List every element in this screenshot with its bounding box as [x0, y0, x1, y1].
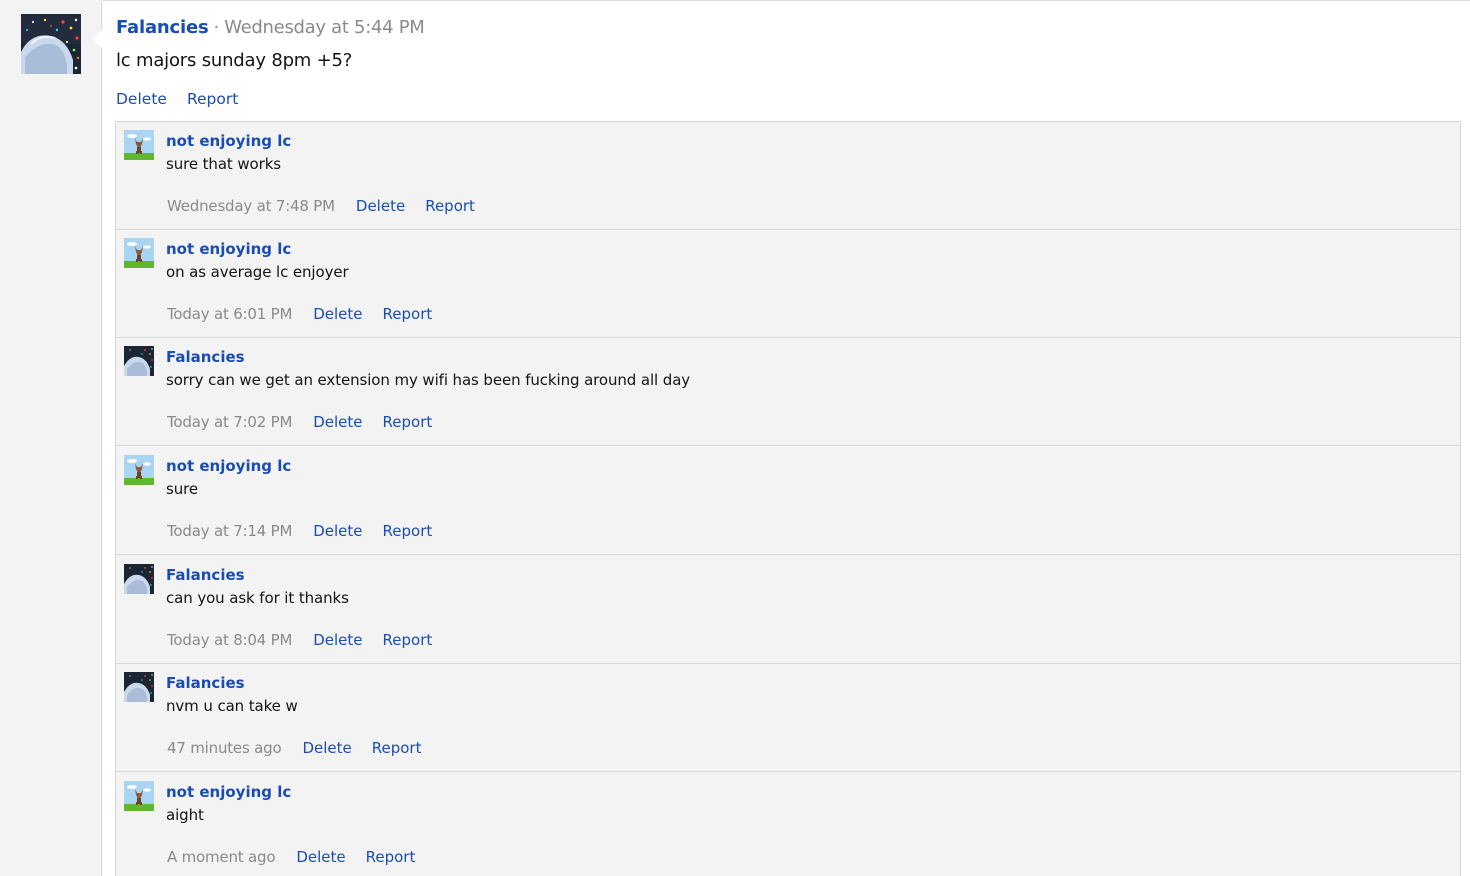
comment-item: not enjoying lc sure that works Wednesda…	[116, 122, 1460, 230]
comment-item: not enjoying lc sure Today at 7:14 PM De…	[116, 447, 1460, 555]
comment-item: Falancies can you ask for it thanks Toda…	[116, 556, 1460, 664]
comment-report-link[interactable]: Report	[425, 197, 475, 215]
post-separator: ·	[213, 17, 220, 38]
comment-message: nvm u can take w	[166, 697, 298, 715]
comment-author-link[interactable]: not enjoying lc	[166, 783, 291, 801]
comment-avatar[interactable]	[124, 781, 154, 811]
comment-timestamp[interactable]: A moment ago	[167, 848, 276, 866]
comment-delete-link[interactable]: Delete	[313, 631, 362, 649]
comment-avatar[interactable]	[124, 346, 154, 376]
dog-avatar-icon	[124, 238, 154, 268]
comment-message: on as average lc enjoyer	[166, 263, 349, 281]
comment-avatar[interactable]	[124, 672, 154, 702]
comment-message: sure that works	[166, 155, 281, 173]
comment-avatar[interactable]	[124, 455, 154, 485]
comment-avatar[interactable]	[124, 564, 154, 594]
post-report-link[interactable]: Report	[187, 90, 238, 108]
comment-meta: Wednesday at 7:48 PM Delete Report	[167, 197, 495, 215]
comment-meta: Today at 8:04 PM Delete Report	[167, 631, 452, 649]
comment-item: Falancies sorry can we get an extension …	[116, 338, 1460, 446]
post-timestamp[interactable]: Wednesday at 5:44 PM	[224, 17, 425, 38]
comment-delete-link[interactable]: Delete	[313, 413, 362, 431]
comment-author-link[interactable]: Falancies	[166, 348, 245, 366]
night-city-avatar-icon	[124, 346, 154, 376]
comment-meta: Today at 6:01 PM Delete Report	[167, 305, 452, 323]
comment-report-link[interactable]: Report	[383, 305, 433, 323]
comment-author-link[interactable]: not enjoying lc	[166, 457, 291, 475]
comment-avatar[interactable]	[124, 238, 154, 268]
comment-author-link[interactable]: Falancies	[166, 566, 245, 584]
comment-timestamp[interactable]: 47 minutes ago	[167, 739, 282, 757]
comment-item: Falancies nvm u can take w 47 minutes ag…	[116, 664, 1460, 772]
comment-avatar[interactable]	[124, 130, 154, 160]
comment-author-link[interactable]: not enjoying lc	[166, 132, 291, 150]
post-message: lc majors sunday 8pm +5?	[116, 50, 353, 71]
comment-timestamp[interactable]: Today at 6:01 PM	[167, 305, 292, 323]
comment-report-link[interactable]: Report	[383, 631, 433, 649]
comment-timestamp[interactable]: Today at 7:14 PM	[167, 522, 292, 540]
comment-timestamp[interactable]: Wednesday at 7:48 PM	[167, 197, 335, 215]
comment-meta: Today at 7:02 PM Delete Report	[167, 413, 452, 431]
comment-delete-link[interactable]: Delete	[302, 739, 351, 757]
dog-avatar-icon	[124, 781, 154, 811]
post-delete-link[interactable]: Delete	[116, 90, 167, 108]
night-city-avatar-icon	[21, 14, 81, 74]
dog-avatar-icon	[124, 455, 154, 485]
post-header: Falancies · Wednesday at 5:44 PM	[116, 17, 425, 41]
post-actions: Delete Report	[116, 90, 258, 108]
comment-item: not enjoying lc on as average lc enjoyer…	[116, 230, 1460, 338]
comment-item: not enjoying lc aight A moment ago Delet…	[116, 773, 1460, 876]
comment-message: can you ask for it thanks	[166, 589, 349, 607]
comment-author-link[interactable]: Falancies	[166, 674, 245, 692]
comment-timestamp[interactable]: Today at 8:04 PM	[167, 631, 292, 649]
comment-list: not enjoying lc sure that works Wednesda…	[115, 121, 1461, 876]
night-city-avatar-icon	[124, 564, 154, 594]
comment-report-link[interactable]: Report	[372, 739, 422, 757]
comment-meta: A moment ago Delete Report	[167, 848, 435, 866]
comment-message: sorry can we get an extension my wifi ha…	[166, 371, 691, 389]
comment-message: aight	[166, 806, 204, 824]
comment-message: sure	[166, 480, 198, 498]
comment-delete-link[interactable]: Delete	[296, 848, 345, 866]
comment-delete-link[interactable]: Delete	[313, 305, 362, 323]
comment-delete-link[interactable]: Delete	[313, 522, 362, 540]
comment-timestamp[interactable]: Today at 7:02 PM	[167, 413, 292, 431]
comment-meta: 47 minutes ago Delete Report	[167, 739, 441, 757]
comment-report-link[interactable]: Report	[383, 522, 433, 540]
comment-author-link[interactable]: not enjoying lc	[166, 240, 291, 258]
post-pointer	[92, 29, 103, 49]
comment-report-link[interactable]: Report	[383, 413, 433, 431]
profile-sidebar	[0, 0, 102, 876]
night-city-avatar-icon	[124, 672, 154, 702]
dog-avatar-icon	[124, 130, 154, 160]
poster-avatar[interactable]	[21, 14, 81, 74]
comment-delete-link[interactable]: Delete	[356, 197, 405, 215]
comment-report-link[interactable]: Report	[366, 848, 416, 866]
comment-meta: Today at 7:14 PM Delete Report	[167, 522, 452, 540]
profile-post: Falancies · Wednesday at 5:44 PM lc majo…	[92, 0, 1470, 876]
post-author-link[interactable]: Falancies	[116, 17, 209, 38]
